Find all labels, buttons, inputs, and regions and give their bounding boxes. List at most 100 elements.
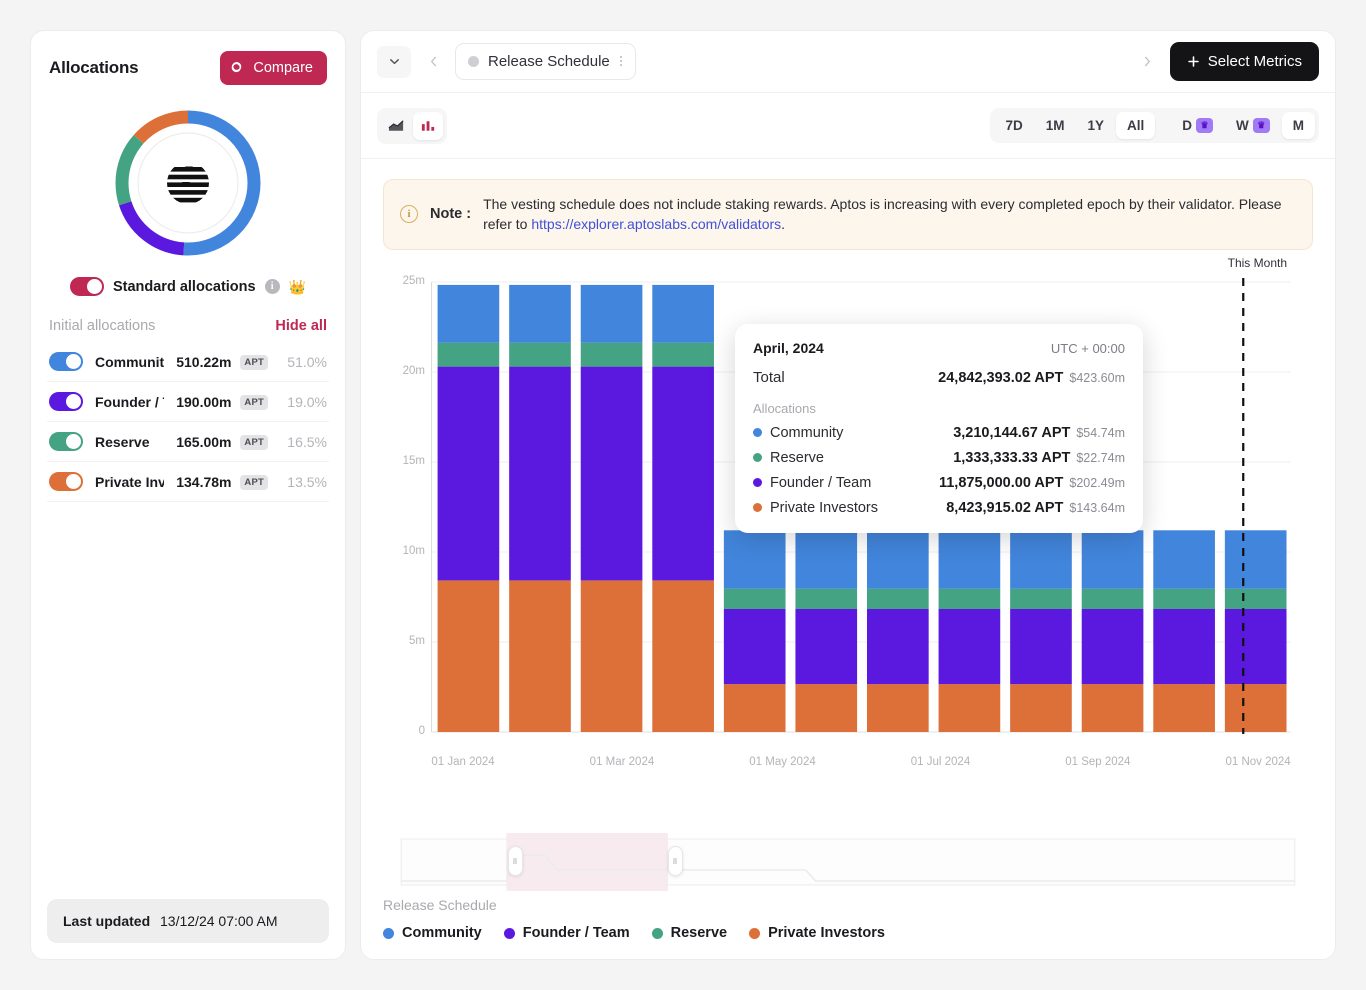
bar-group-oct <box>1082 530 1144 732</box>
info-circle-icon: i <box>400 205 418 223</box>
allocation-percent: 19.0% <box>285 394 327 410</box>
chevron-down-icon[interactable] <box>377 46 411 78</box>
legend-item-founder-team[interactable]: Founder / Team <box>504 925 630 941</box>
tooltip-row-name: Reserve <box>770 450 824 466</box>
chevron-right-icon[interactable] <box>1136 46 1160 78</box>
allocation-percent: 51.0% <box>285 354 327 370</box>
note-banner: i Note : The vesting schedule does not i… <box>383 179 1313 250</box>
allocation-toggle-reserve[interactable] <box>49 432 83 451</box>
last-updated-section: Last updated 13/12/24 07:00 AM <box>31 899 345 959</box>
legend-title: Release Schedule <box>383 897 1313 913</box>
interval-label: D <box>1182 118 1192 133</box>
chart-legend: Release Schedule Community Founder / Tea… <box>361 891 1335 959</box>
allocation-toggle-community[interactable] <box>49 352 83 371</box>
range-button-all[interactable]: All <box>1116 112 1155 139</box>
note-label: Note : <box>430 206 471 222</box>
list-item[interactable]: Community 510.22m APT 51.0% <box>47 342 329 382</box>
bar-group-dec <box>1225 530 1287 732</box>
tooltip-row-usd: $22.74m <box>1076 451 1125 465</box>
tooltip-row-name: Community <box>770 425 843 441</box>
allocations-header: Allocations Compare <box>31 31 345 91</box>
tooltip-row-value: 8,423,915.02 APT <box>946 500 1063 516</box>
list-item[interactable]: Reserve 165.00m APT 16.5% <box>47 422 329 462</box>
chart-range-brush[interactable] <box>383 833 1313 891</box>
tooltip-date: April, 2024 <box>753 340 824 356</box>
tooltip-total-value: 24,842,393.02 APT <box>938 370 1063 386</box>
aptos-logo-icon <box>160 155 217 212</box>
range-button-1y[interactable]: 1Y <box>1076 112 1115 139</box>
legend-color-dot <box>753 503 762 512</box>
legend-item-community[interactable]: Community <box>383 925 482 941</box>
interval-button-d[interactable]: D ♛ <box>1171 112 1224 139</box>
list-item[interactable]: Founder / Te... 190.00m APT 19.0% <box>47 382 329 422</box>
plus-icon <box>1187 55 1200 68</box>
bar-group-mar <box>581 284 643 731</box>
select-metrics-button[interactable]: Select Metrics <box>1170 42 1319 81</box>
allocation-amount: 190.00m <box>176 394 231 410</box>
info-icon[interactable]: i <box>265 279 280 294</box>
brush-selection-region <box>506 833 668 891</box>
chart-canvas[interactable]: 25m 20m 15m 10m 5m 0 01 Jan 2024 01 Mar … <box>383 264 1313 794</box>
standard-allocations-toggle[interactable] <box>70 277 104 296</box>
bar-group-nov <box>1153 530 1215 732</box>
chevron-left-icon[interactable] <box>421 46 445 78</box>
legend-item-label: Founder / Team <box>523 925 630 941</box>
bar-group-jul <box>867 530 929 732</box>
range-button-7d[interactable]: 7D <box>994 112 1033 139</box>
tooltip-row-name: Founder / Team <box>770 475 871 491</box>
list-item[interactable]: Private Inve... 134.78m APT 13.5% <box>47 462 329 502</box>
compare-button[interactable]: Compare <box>220 51 327 85</box>
legend-item-reserve[interactable]: Reserve <box>652 925 727 941</box>
tooltip-row: Private Investors 8,423,915.02 APT$143.6… <box>753 499 1125 517</box>
tab-release-schedule[interactable]: Release Schedule <box>455 43 636 80</box>
allocation-toggle-private-investors[interactable] <box>49 472 83 491</box>
interval-button-m[interactable]: M <box>1282 112 1315 139</box>
bar-group-may <box>724 530 786 732</box>
initial-allocations-label: Initial allocations <box>49 318 155 334</box>
allocations-list: Community 510.22m APT 51.0% Founder / Te… <box>31 342 345 502</box>
tooltip-row-usd: $202.49m <box>1069 476 1125 490</box>
allocation-unit-badge: APT <box>240 475 268 490</box>
bar-group-jun <box>795 530 857 732</box>
note-text-after: . <box>781 216 785 232</box>
last-updated-badge: Last updated 13/12/24 07:00 AM <box>47 899 329 943</box>
release-schedule-chart: 25m 20m 15m 10m 5m 0 01 Jan 2024 01 Mar … <box>361 256 1335 829</box>
allocation-toggle-founder-team[interactable] <box>49 392 83 411</box>
hide-all-button[interactable]: Hide all <box>275 318 327 334</box>
allocation-amount: 165.00m <box>176 434 231 450</box>
kebab-menu-icon[interactable] <box>619 54 623 70</box>
legend-color-dot <box>749 928 760 939</box>
legend-item-private-investors[interactable]: Private Investors <box>749 925 885 941</box>
crown-icon: ♛ <box>1253 118 1270 133</box>
note-link[interactable]: https://explorer.aptoslabs.com/validator… <box>531 216 781 232</box>
tooltip-header: April, 2024 UTC + 00:00 <box>753 340 1125 356</box>
allocation-unit-badge: APT <box>240 395 268 410</box>
area-chart-icon[interactable] <box>381 112 411 140</box>
app-root: Allocations Compare <box>0 0 1366 990</box>
legend-item-label: Community <box>402 925 482 941</box>
interval-label: W <box>1236 118 1249 133</box>
legend-color-dot <box>753 428 762 437</box>
allocation-unit-badge: APT <box>240 435 268 450</box>
legend-color-dot <box>753 478 762 487</box>
compare-button-label: Compare <box>253 60 313 76</box>
this-month-label: This Month <box>1228 256 1287 270</box>
allocation-percent: 16.5% <box>285 434 327 450</box>
crown-icon: 👑 <box>289 280 306 294</box>
time-range-group: 7D 1M 1Y All D ♛ W ♛ M <box>990 108 1319 143</box>
initial-allocations-header: Initial allocations Hide all <box>31 296 345 342</box>
select-metrics-label: Select Metrics <box>1208 53 1302 70</box>
tooltip-row-value: 11,875,000.00 APT <box>939 475 1063 491</box>
allocation-name: Private Inve... <box>95 474 164 490</box>
interval-button-w[interactable]: W ♛ <box>1225 112 1281 139</box>
legend-item-label: Reserve <box>671 925 727 941</box>
tooltip-row-value: 3,210,144.67 APT <box>953 425 1070 441</box>
bar-group-feb <box>509 284 571 731</box>
bar-group-aug <box>939 530 1001 732</box>
bar-chart-icon[interactable] <box>413 112 443 140</box>
bar-group-sep <box>1010 530 1072 732</box>
range-button-1m[interactable]: 1M <box>1035 112 1076 139</box>
brush-handle-left[interactable] <box>508 846 523 876</box>
brush-handle-right[interactable] <box>668 846 683 876</box>
last-updated-value: 13/12/24 07:00 AM <box>160 913 278 929</box>
